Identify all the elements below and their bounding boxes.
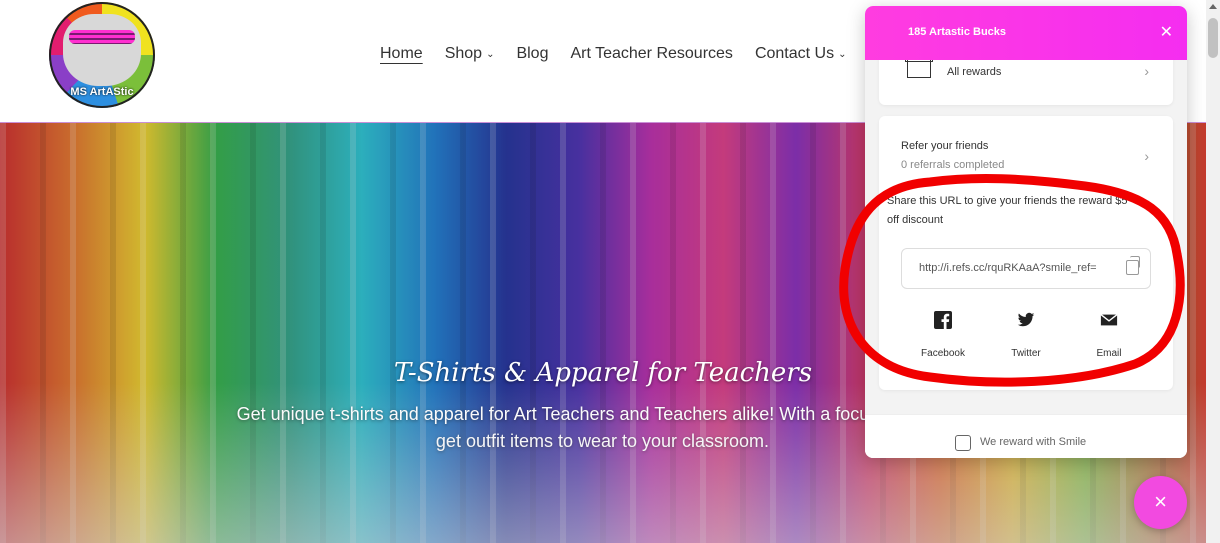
nav-item-home[interactable]: Home <box>380 45 423 63</box>
scroll-thumb[interactable] <box>1208 18 1218 58</box>
nav-label: Contact Us <box>754 45 835 62</box>
panel-header: 185 Artastic Bucks ✕ <box>865 6 1187 60</box>
page-scrollbar[interactable] <box>1206 0 1220 543</box>
chevron-right-icon[interactable]: › <box>1144 148 1149 164</box>
main-nav: Home Shop ⌄ Blog Art Teacher Resources Co… <box>380 45 868 63</box>
cat-illustration <box>63 14 141 86</box>
nav-item-contact-us[interactable]: Contact Us ⌄ <box>755 45 847 63</box>
site-logo[interactable]: MS ArtAStic <box>49 2 155 108</box>
chevron-right-icon: › <box>1144 63 1149 79</box>
nav-item-art-teacher-resources[interactable]: Art Teacher Resources <box>570 45 732 63</box>
close-icon[interactable]: ✕ <box>1160 22 1173 42</box>
points-balance: 185 Artastic Bucks <box>908 26 1007 38</box>
gift-box-icon <box>907 59 931 78</box>
chevron-down-icon: ⌄ <box>486 48 495 60</box>
rewards-launcher-button[interactable]: × <box>1134 476 1187 529</box>
smile-icon <box>955 435 971 451</box>
scroll-up-icon[interactable] <box>1209 4 1217 9</box>
refer-friends-title[interactable]: Refer your friends <box>901 140 988 152</box>
sunglasses-graphic <box>69 30 135 44</box>
nav-label: Shop <box>444 45 483 62</box>
logo-text: MS ArtAStic <box>70 86 134 98</box>
chevron-down-icon: ⌄ <box>838 48 847 60</box>
panel-footer: We reward with Smile <box>865 414 1187 458</box>
nav-label: Blog <box>516 45 549 62</box>
nav-item-shop[interactable]: Shop ⌄ <box>445 45 495 63</box>
nav-label: Home <box>380 45 423 62</box>
red-annotation-circle <box>839 174 1185 387</box>
nav-label: Art Teacher Resources <box>570 45 733 62</box>
referrals-count: 0 referrals completed <box>901 159 1005 171</box>
close-icon: × <box>1154 489 1167 514</box>
all-rewards-label: All rewards <box>947 66 1002 78</box>
nav-item-blog[interactable]: Blog <box>516 45 548 63</box>
smile-branding[interactable]: We reward with Smile <box>980 436 1086 448</box>
